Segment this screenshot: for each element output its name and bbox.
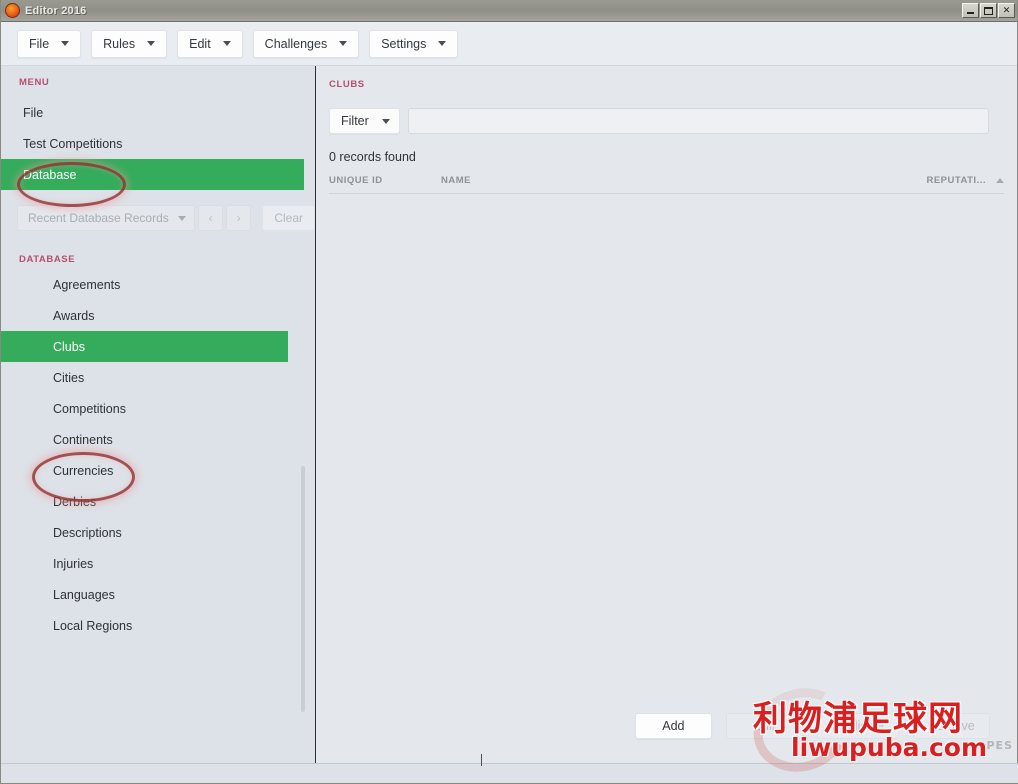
sidebar-item-label: Database: [23, 167, 77, 182]
remove-button: Remove: [913, 713, 990, 739]
sidebar-item-database[interactable]: Database: [1, 159, 304, 190]
sidebar-item-injuries[interactable]: Injuries: [1, 548, 315, 579]
column-header-reputation[interactable]: REPUTATI...: [926, 175, 1004, 186]
sidebar-item-clubs[interactable]: Clubs: [1, 331, 288, 362]
recent-records-bar: Recent Database Records ‹ › Clear: [1, 204, 315, 232]
menu-file-label: File: [29, 36, 50, 51]
menu-edit[interactable]: Edit: [177, 29, 243, 58]
recent-prev-button[interactable]: ‹: [198, 205, 224, 231]
sidebar-item-languages[interactable]: Languages: [1, 579, 315, 610]
add-button[interactable]: Add: [634, 713, 712, 739]
sidebar-item-file[interactable]: File: [1, 97, 315, 128]
menu-file[interactable]: File: [17, 29, 82, 58]
duplicate-button: Duplicate: [816, 713, 899, 739]
menu-edit-label: Edit: [189, 36, 211, 51]
clear-button[interactable]: Clear: [262, 205, 315, 231]
filter-button-label: Filter: [341, 114, 369, 128]
column-header-name[interactable]: NAME: [441, 175, 926, 186]
sidebar-item-test-competitions[interactable]: Test Competitions: [1, 128, 315, 159]
recent-next-button[interactable]: ›: [226, 205, 252, 231]
window-title: Editor 2016: [25, 4, 87, 17]
action-buttons: Add Edit Duplicate Remove: [316, 713, 1017, 739]
column-header-unique-id[interactable]: UNIQUE ID: [329, 175, 441, 186]
chevron-down-icon: [438, 41, 447, 46]
database-section-label: DATABASE: [19, 254, 76, 265]
sidebar-item-cities[interactable]: Cities: [1, 362, 315, 393]
sidebar-item-continents[interactable]: Continents: [1, 424, 315, 455]
sidebar: MENU File Test Competitions Database Rec…: [1, 66, 316, 783]
sidebar-item-label: Languages: [53, 587, 115, 602]
sidebar-item-label: Test Competitions: [23, 136, 123, 151]
sidebar-item-currencies[interactable]: Currencies: [1, 455, 315, 486]
sidebar-item-label: Injuries: [53, 556, 94, 571]
sidebar-item-local-regions[interactable]: Local Regions: [1, 610, 315, 641]
sidebar-item-label: Continents: [53, 432, 113, 447]
column-header-reputation-label: REPUTATI...: [926, 175, 986, 186]
minimize-button[interactable]: [962, 3, 979, 18]
database-list: Agreements Awards Clubs Cities Competiti…: [1, 269, 315, 641]
chevron-down-icon: [381, 118, 390, 124]
editor-window: Editor 2016 ✕ File Rules Edit Challenges…: [0, 0, 1018, 784]
status-bar: [1, 754, 1018, 783]
sidebar-item-label: Awards: [53, 308, 95, 323]
recent-select-value: Recent Database Records: [28, 211, 169, 225]
chevron-down-icon: [178, 215, 186, 221]
menu-settings-label: Settings: [381, 36, 427, 51]
sidebar-item-label: Agreements: [53, 277, 121, 292]
sidebar-item-label: File: [23, 105, 44, 120]
sidebar-item-label: Currencies: [53, 463, 114, 478]
menu-rules[interactable]: Rules: [91, 29, 168, 58]
chevron-down-icon: [147, 41, 156, 46]
filter-button[interactable]: Filter: [329, 108, 400, 134]
chevron-down-icon: [339, 41, 348, 46]
clubs-section-label: CLUBS: [329, 79, 365, 90]
sidebar-item-awards[interactable]: Awards: [1, 300, 315, 331]
sidebar-item-label: Cities: [53, 370, 85, 385]
sidebar-item-descriptions[interactable]: Descriptions: [1, 517, 315, 548]
sidebar-item-label: Derbies: [53, 494, 97, 509]
menu-bar: File Rules Edit Challenges Settings: [1, 22, 1017, 66]
content-split: MENU File Test Competitions Database Rec…: [1, 66, 1017, 783]
menu-section-label: MENU: [19, 77, 50, 88]
maximize-button[interactable]: [980, 3, 997, 18]
menu-challenges[interactable]: Challenges: [252, 29, 360, 58]
records-table-header: UNIQUE ID NAME REPUTATI...: [329, 175, 1004, 194]
sidebar-item-derbies[interactable]: Derbies: [1, 486, 315, 517]
sidebar-item-label: Competitions: [53, 401, 126, 416]
menu-challenges-label: Challenges: [264, 36, 328, 51]
chevron-down-icon: [222, 41, 231, 46]
menu-settings[interactable]: Settings: [369, 29, 459, 58]
sidebar-item-label: Clubs: [53, 339, 85, 354]
close-button[interactable]: ✕: [998, 3, 1015, 18]
title-bar: Editor 2016 ✕: [1, 0, 1017, 22]
database-list-scrollbar[interactable]: [301, 466, 305, 712]
edit-button: Edit: [725, 713, 803, 739]
sidebar-item-competitions[interactable]: Competitions: [1, 393, 315, 424]
recent-database-records-select[interactable]: Recent Database Records: [17, 205, 195, 231]
editor-app-icon: [5, 3, 20, 18]
sidebar-item-agreements[interactable]: Agreements: [1, 269, 315, 300]
chevron-down-icon: [61, 41, 70, 46]
sort-ascending-icon: [996, 178, 1004, 183]
filter-input[interactable]: [407, 108, 989, 134]
sidebar-item-label: Local Regions: [53, 618, 133, 633]
filter-row: Filter: [316, 90, 1017, 134]
records-found-status: 0 records found: [329, 150, 416, 164]
sidebar-item-label: Descriptions: [53, 525, 122, 540]
main-panel: CLUBS Filter 0 records found UNIQUE ID N…: [316, 66, 1017, 783]
sidebar-menu-list: File Test Competitions Database: [1, 97, 315, 190]
menu-rules-label: Rules: [103, 36, 136, 51]
